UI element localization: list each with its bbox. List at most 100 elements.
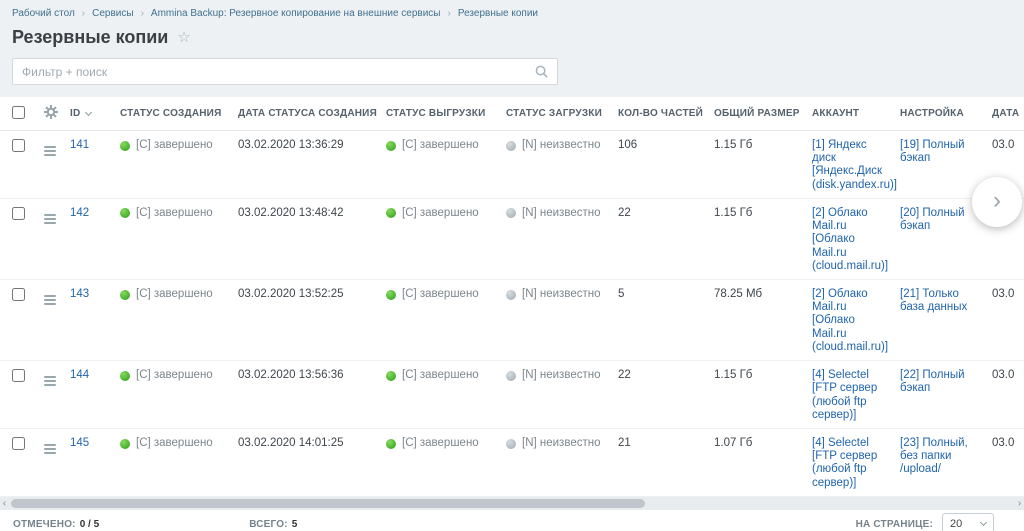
- cell-account: [4] Selectel [FTP сервер (любой ftp серв…: [804, 428, 892, 496]
- row-menu-icon[interactable]: [44, 144, 56, 156]
- per-page-value: 20: [950, 518, 962, 530]
- column-header-creation-date[interactable]: ДАТА СТАТУСА СОЗДАНИЯ: [230, 97, 378, 131]
- account-link[interactable]: [2] Облако Mail.ru [Облако Mail.ru (clou…: [812, 288, 888, 353]
- setting-link[interactable]: [23] Полный, без папки /upload/: [900, 437, 968, 475]
- column-header-account[interactable]: АККАУНТ: [804, 97, 892, 131]
- cell-creation-date: 03.02.2020 13:52:25: [230, 279, 378, 360]
- breadcrumb-item[interactable]: Резервные копии: [458, 8, 538, 19]
- column-header-parts[interactable]: КОЛ-ВО ЧАСТЕЙ: [610, 97, 706, 131]
- cell-checkbox: [0, 131, 36, 199]
- account-link[interactable]: [1] Яндекс диск [Яндекс.Диск (disk.yande…: [812, 139, 897, 191]
- row-menu-icon[interactable]: [44, 374, 56, 386]
- table-row: 142[C] завершено03.02.2020 13:48:42[C] з…: [0, 198, 1024, 279]
- breadcrumb-item[interactable]: Ammina Backup: Резервное копирование на …: [151, 8, 441, 19]
- row-id-link[interactable]: 142: [70, 207, 89, 219]
- creation-status-text: [C] завершено: [136, 207, 213, 220]
- row-menu-icon[interactable]: [44, 293, 56, 305]
- status-dot-icon: [506, 371, 516, 381]
- scrollbar-track[interactable]: [9, 497, 1015, 510]
- breadcrumb-item[interactable]: Сервисы: [92, 8, 133, 19]
- download-status-text: [N] неизвестно: [522, 207, 600, 220]
- table-row: 143[C] завершено03.02.2020 13:52:25[C] з…: [0, 279, 1024, 360]
- column-header-download-status[interactable]: СТАТУС ЗАГРУЗКИ: [498, 97, 610, 131]
- scrollbar-thumb[interactable]: [11, 499, 645, 508]
- breadcrumb-item[interactable]: Рабочий стол: [12, 8, 75, 19]
- cell-menu: [36, 361, 62, 429]
- account-link[interactable]: [2] Облако Mail.ru [Облако Mail.ru (clou…: [812, 207, 888, 272]
- cell-parts: 21: [610, 428, 706, 496]
- cell-id: 143: [62, 279, 112, 360]
- total-size-text: 1.15 Гб: [714, 369, 752, 381]
- backups-table: ID СТАТУС СОЗДАНИЯ ДАТА СТАТУСА СОЗДАНИЯ…: [0, 97, 1024, 497]
- status-dot-icon: [506, 141, 516, 151]
- favorite-star-icon[interactable]: ☆: [177, 28, 190, 46]
- cell-download-status: [N] неизвестно: [498, 131, 610, 199]
- backups-grid: ID СТАТУС СОЗДАНИЯ ДАТА СТАТУСА СОЗДАНИЯ…: [0, 97, 1024, 497]
- status-dot-icon: [386, 439, 396, 449]
- grid-settings-gear-icon[interactable]: [44, 105, 58, 119]
- row-id-link[interactable]: 144: [70, 369, 89, 381]
- cell-creation-status: [C] завершено: [112, 361, 230, 429]
- filter-search-input[interactable]: [22, 65, 535, 79]
- row-menu-icon[interactable]: [44, 212, 56, 224]
- cell-parts: 5: [610, 279, 706, 360]
- row-checkbox[interactable]: [12, 437, 25, 450]
- panel-toggle-button[interactable]: ›: [972, 177, 1022, 227]
- selected-count-label: ОТМЕЧЕНО:: [13, 519, 76, 530]
- cell-download-status: [N] неизвестно: [498, 198, 610, 279]
- download-status-text: [N] неизвестно: [522, 369, 600, 382]
- scroll-left-arrow-icon[interactable]: ‹: [0, 497, 9, 510]
- cell-account: [2] Облако Mail.ru [Облако Mail.ru (clou…: [804, 279, 892, 360]
- scroll-right-arrow-icon[interactable]: ›: [1015, 497, 1024, 510]
- row-menu-icon[interactable]: [44, 442, 56, 454]
- total-size-text: 78.25 Мб: [714, 288, 762, 300]
- row-checkbox[interactable]: [12, 207, 25, 220]
- per-page-select[interactable]: 20: [942, 513, 994, 531]
- row-id-link[interactable]: 143: [70, 288, 89, 300]
- table-row: 145[C] завершено03.02.2020 14:01:25[C] з…: [0, 428, 1024, 496]
- total-size-text: 1.15 Гб: [714, 139, 752, 151]
- top-bar: Рабочий стол›Сервисы›Ammina Backup: Резе…: [0, 0, 1024, 97]
- setting-link[interactable]: [20] Полный бэкап: [900, 207, 965, 232]
- header-settings-cell: [36, 97, 62, 131]
- column-header-size[interactable]: ОБЩИЙ РАЗМЕР: [706, 97, 804, 131]
- status-dot-icon: [506, 439, 516, 449]
- account-link[interactable]: [4] Selectel [FTP сервер (любой ftp серв…: [812, 369, 877, 421]
- status-dot-icon: [120, 439, 130, 449]
- column-header-setting[interactable]: НАСТРОЙКА: [892, 97, 984, 131]
- upload-status-text: [C] завершено: [402, 139, 479, 152]
- cell-setting: [20] Полный бэкап: [892, 198, 984, 279]
- column-header-date[interactable]: ДАТА: [984, 97, 1024, 131]
- cell-size: 1.07 Гб: [706, 428, 804, 496]
- search-icon[interactable]: [535, 65, 548, 78]
- table-header-row: ID СТАТУС СОЗДАНИЯ ДАТА СТАТУСА СОЗДАНИЯ…: [0, 97, 1024, 131]
- row-checkbox[interactable]: [12, 139, 25, 152]
- account-link[interactable]: [4] Selectel [FTP сервер (любой ftp серв…: [812, 437, 877, 489]
- setting-link[interactable]: [19] Полный бэкап: [900, 139, 965, 164]
- upload-status-text: [C] завершено: [402, 369, 479, 382]
- row-checkbox[interactable]: [12, 288, 25, 301]
- cell-setting: [22] Полный бэкап: [892, 361, 984, 429]
- cell-parts: 22: [610, 361, 706, 429]
- cell-parts: 106: [610, 131, 706, 199]
- column-header-upload-status[interactable]: СТАТУС ВЫГРУЗКИ: [378, 97, 498, 131]
- column-header-id[interactable]: ID: [62, 97, 112, 131]
- cell-checkbox: [0, 428, 36, 496]
- sort-desc-icon: [85, 109, 92, 116]
- row-checkbox[interactable]: [12, 369, 25, 382]
- setting-link[interactable]: [21] Только база данных: [900, 288, 967, 313]
- cell-menu: [36, 131, 62, 199]
- status-dot-icon: [386, 208, 396, 218]
- creation-date-text: 03.02.2020 14:01:25: [238, 437, 344, 449]
- row-id-link[interactable]: 141: [70, 139, 89, 151]
- cell-size: 78.25 Мб: [706, 279, 804, 360]
- setting-link[interactable]: [22] Полный бэкап: [900, 369, 965, 394]
- breadcrumb-separator-icon: ›: [82, 8, 85, 19]
- row-id-link[interactable]: 145: [70, 437, 89, 449]
- grid-scroll-area: ID СТАТУС СОЗДАНИЯ ДАТА СТАТУСА СОЗДАНИЯ…: [0, 97, 1024, 497]
- parts-count-text: 21: [618, 437, 631, 449]
- select-all-checkbox[interactable]: [12, 106, 25, 119]
- status-dot-icon: [120, 371, 130, 381]
- cell-creation-status: [C] завершено: [112, 279, 230, 360]
- column-header-creation-status[interactable]: СТАТУС СОЗДАНИЯ: [112, 97, 230, 131]
